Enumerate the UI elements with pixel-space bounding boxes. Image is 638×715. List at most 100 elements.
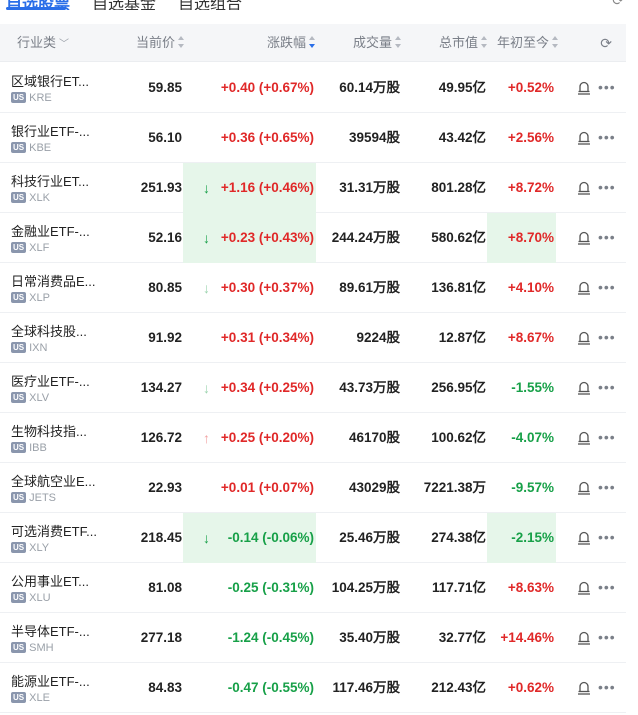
more-icon[interactable]: •••	[598, 613, 616, 663]
arrow-up-icon: ↑	[203, 430, 210, 446]
ytd-change: -9.57%	[511, 480, 554, 495]
more-icon[interactable]: •••	[598, 513, 616, 563]
bell-icon[interactable]	[577, 380, 591, 395]
volume: 25.46万股	[339, 530, 400, 545]
market-badge: US	[11, 142, 27, 153]
bell-icon[interactable]	[577, 330, 591, 345]
table-row[interactable]: 生物科技指... US IBB 126.72 ↑ +0.25 (+0.20%) 4…	[0, 413, 626, 463]
etf-name[interactable]: 半导体ETF-...	[11, 621, 90, 640]
table-row[interactable]: 能源业ETF-... US XLE 84.83 -0.47 (-0.55%) 11…	[0, 663, 626, 713]
etf-name[interactable]: 生物科技指...	[11, 421, 87, 440]
bell-icon[interactable]	[577, 280, 591, 295]
more-icon[interactable]: •••	[598, 413, 616, 463]
sort-change-header[interactable]: 涨跌幅	[267, 24, 316, 62]
market-cap: 32.77亿	[438, 630, 486, 645]
current-price: 52.16	[148, 230, 182, 245]
ticker-symbol: KRE	[29, 92, 52, 104]
refresh-icon[interactable]: ⟳	[600, 24, 612, 62]
more-icon[interactable]: •••	[598, 163, 616, 213]
ytd-change: +2.56%	[507, 130, 554, 145]
table-row[interactable]: 日常消费品E... US XLP 80.85 ↓ +0.30 (+0.37%) 8…	[0, 263, 626, 313]
sort-icon	[481, 36, 488, 48]
volume: 43029股	[348, 480, 400, 495]
market-badge: US	[11, 192, 27, 203]
ticker: US XLV	[11, 392, 49, 404]
bell-icon[interactable]	[577, 130, 591, 145]
bell-icon[interactable]	[577, 530, 591, 545]
table-row[interactable]: 医疗业ETF-... US XLV 134.27 ↓ +0.34 (+0.25%)…	[0, 363, 626, 413]
etf-name[interactable]: 医疗业ETF-...	[11, 371, 90, 390]
bell-icon[interactable]	[577, 580, 591, 595]
etf-name[interactable]: 全球科技股...	[11, 321, 87, 340]
more-icon[interactable]: •••	[598, 563, 616, 613]
table-row[interactable]: 全球航空业E... US JETS 22.93 +0.01 (+0.07%) 43…	[0, 463, 626, 513]
etf-name[interactable]: 日常消费品E...	[11, 271, 96, 290]
ticker-symbol: JETS	[29, 492, 57, 504]
table-row[interactable]: 科技行业ET... US XLK 251.93 ↓ +1.16 (+0.46%) …	[0, 163, 626, 213]
ticker-symbol: XLV	[29, 392, 50, 404]
market-cap: 117.71亿	[431, 580, 486, 595]
industry-header-label: 行业类	[17, 35, 57, 50]
price-change: +0.30 (+0.37%)	[220, 280, 314, 295]
sort-price-header[interactable]: 当前价	[136, 24, 185, 62]
ytd-change: -1.55%	[511, 380, 554, 395]
price-change: +0.36 (+0.65%)	[220, 130, 314, 145]
bell-icon[interactable]	[577, 680, 591, 695]
sort-marketcap-header[interactable]: 总市值	[439, 24, 488, 62]
bell-icon[interactable]	[577, 630, 591, 645]
volume: 117.46万股	[332, 680, 400, 695]
etf-name[interactable]: 公用事业ET...	[11, 571, 89, 590]
more-icon[interactable]: •••	[598, 213, 616, 263]
more-icon[interactable]: •••	[598, 313, 616, 363]
sort-icon	[395, 36, 402, 48]
ytd-header-label: 年初至今	[497, 35, 550, 50]
etf-name[interactable]: 区域银行ET...	[11, 71, 89, 90]
table-row[interactable]: 可选消费ETF... US XLY 218.45 ↓ -0.14 (-0.06%)…	[0, 513, 626, 563]
volume: 9224股	[356, 330, 400, 345]
industry-filter[interactable]: 行业类 ﹀	[17, 24, 69, 62]
more-icon[interactable]: •••	[598, 63, 616, 113]
sort-icon	[552, 36, 559, 48]
etf-name[interactable]: 能源业ETF-...	[11, 671, 90, 690]
current-price: 22.93	[148, 480, 182, 495]
etf-name[interactable]: 科技行业ET...	[11, 171, 89, 190]
table-row[interactable]: 区域银行ET... US KRE 59.85 +0.40 (+0.67%) 60.…	[0, 63, 626, 113]
table-row[interactable]: 全球科技股... US IXN 91.92 +0.31 (+0.34%) 9224…	[0, 313, 626, 363]
ticker: US XLU	[11, 592, 51, 604]
tab-portfolios[interactable]: 自选组合	[178, 0, 242, 10]
more-icon[interactable]: •••	[598, 363, 616, 413]
more-icon[interactable]: •••	[598, 663, 616, 713]
volume: 46170股	[348, 430, 400, 445]
table-row[interactable]: 金融业ETF-... US XLF 52.16 ↓ +0.23 (+0.43%) …	[0, 213, 626, 263]
bell-icon[interactable]	[577, 80, 591, 95]
etf-name[interactable]: 可选消费ETF...	[11, 521, 97, 540]
more-icon[interactable]: •••	[598, 263, 616, 313]
sort-ytd-header[interactable]: 年初至今	[497, 24, 559, 62]
ticker-symbol: XLU	[29, 592, 51, 604]
ticker-symbol: KBE	[29, 142, 52, 154]
ticker-symbol: XLK	[29, 192, 50, 204]
sort-volume-header[interactable]: 成交量	[353, 24, 402, 62]
ytd-change: +8.70%	[507, 230, 554, 245]
etf-name[interactable]: 全球航空业E...	[11, 471, 96, 490]
more-icon[interactable]: •••	[598, 113, 616, 163]
bell-icon[interactable]	[577, 230, 591, 245]
more-icon[interactable]: •••	[598, 463, 616, 513]
market-badge: US	[11, 492, 27, 503]
bell-icon[interactable]	[577, 180, 591, 195]
settings-icon[interactable]: ⟳	[612, 0, 624, 9]
etf-name[interactable]: 金融业ETF-...	[11, 221, 90, 240]
table-row[interactable]: 半导体ETF-... US SMH 277.18 -1.24 (-0.45%) 3…	[0, 613, 626, 663]
bell-icon[interactable]	[577, 430, 591, 445]
marketcap-header-label: 总市值	[439, 35, 479, 50]
etf-name[interactable]: 银行业ETF-...	[11, 121, 90, 140]
current-price: 277.18	[140, 630, 182, 645]
table-row[interactable]: 公用事业ET... US XLU 81.08 -0.25 (-0.31%) 104…	[0, 563, 626, 613]
tab-bar: 自选股票 自选基金 自选组合 ⟳	[0, 0, 638, 10]
ticker: US KBE	[11, 142, 51, 154]
bell-icon[interactable]	[577, 480, 591, 495]
tab-funds[interactable]: 自选基金	[92, 0, 156, 10]
ytd-change: -4.07%	[511, 430, 554, 445]
volume: 35.40万股	[339, 630, 400, 645]
table-row[interactable]: 银行业ETF-... US KBE 56.10 +0.36 (+0.65%) 39…	[0, 113, 626, 163]
